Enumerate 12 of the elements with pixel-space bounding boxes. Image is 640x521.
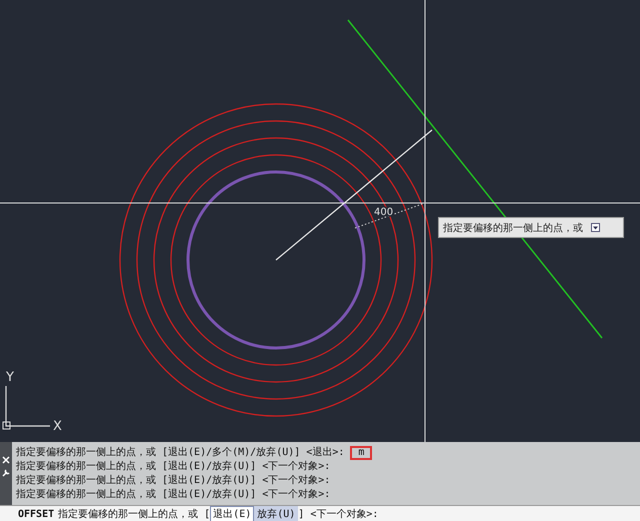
- command-prompt: 指定要偏移的那一侧上的点，或 [: [58, 508, 210, 521]
- history-line: 指定要偏移的那一侧上的点，或 [退出(E)/放弃(U)] <下一个对象>:: [16, 488, 330, 502]
- command-option[interactable]: 退出(E): [210, 506, 254, 521]
- history-line: 指定要偏移的那一侧上的点，或 [退出(E)/放弃(U)] <下一个对象>:: [16, 460, 330, 474]
- tooltip-text: 指定要偏移的那一侧上的点，或: [443, 222, 583, 234]
- command-option[interactable]: 放弃(U): [254, 506, 298, 521]
- history-line: 指定要偏移的那一侧上的点，或 [退出(E)/多个(M)/放弃(U)] <退出>:: [16, 446, 344, 460]
- command-name: OFFSET: [18, 508, 54, 520]
- ucs-x-label: X: [53, 419, 62, 434]
- history-line: 指定要偏移的那一侧上的点，或 [退出(E)/放弃(U)] <下一个对象>:: [16, 474, 330, 488]
- ucs-y-label: Y: [6, 370, 14, 385]
- command-suffix: ] <下一个对象>:: [298, 508, 378, 521]
